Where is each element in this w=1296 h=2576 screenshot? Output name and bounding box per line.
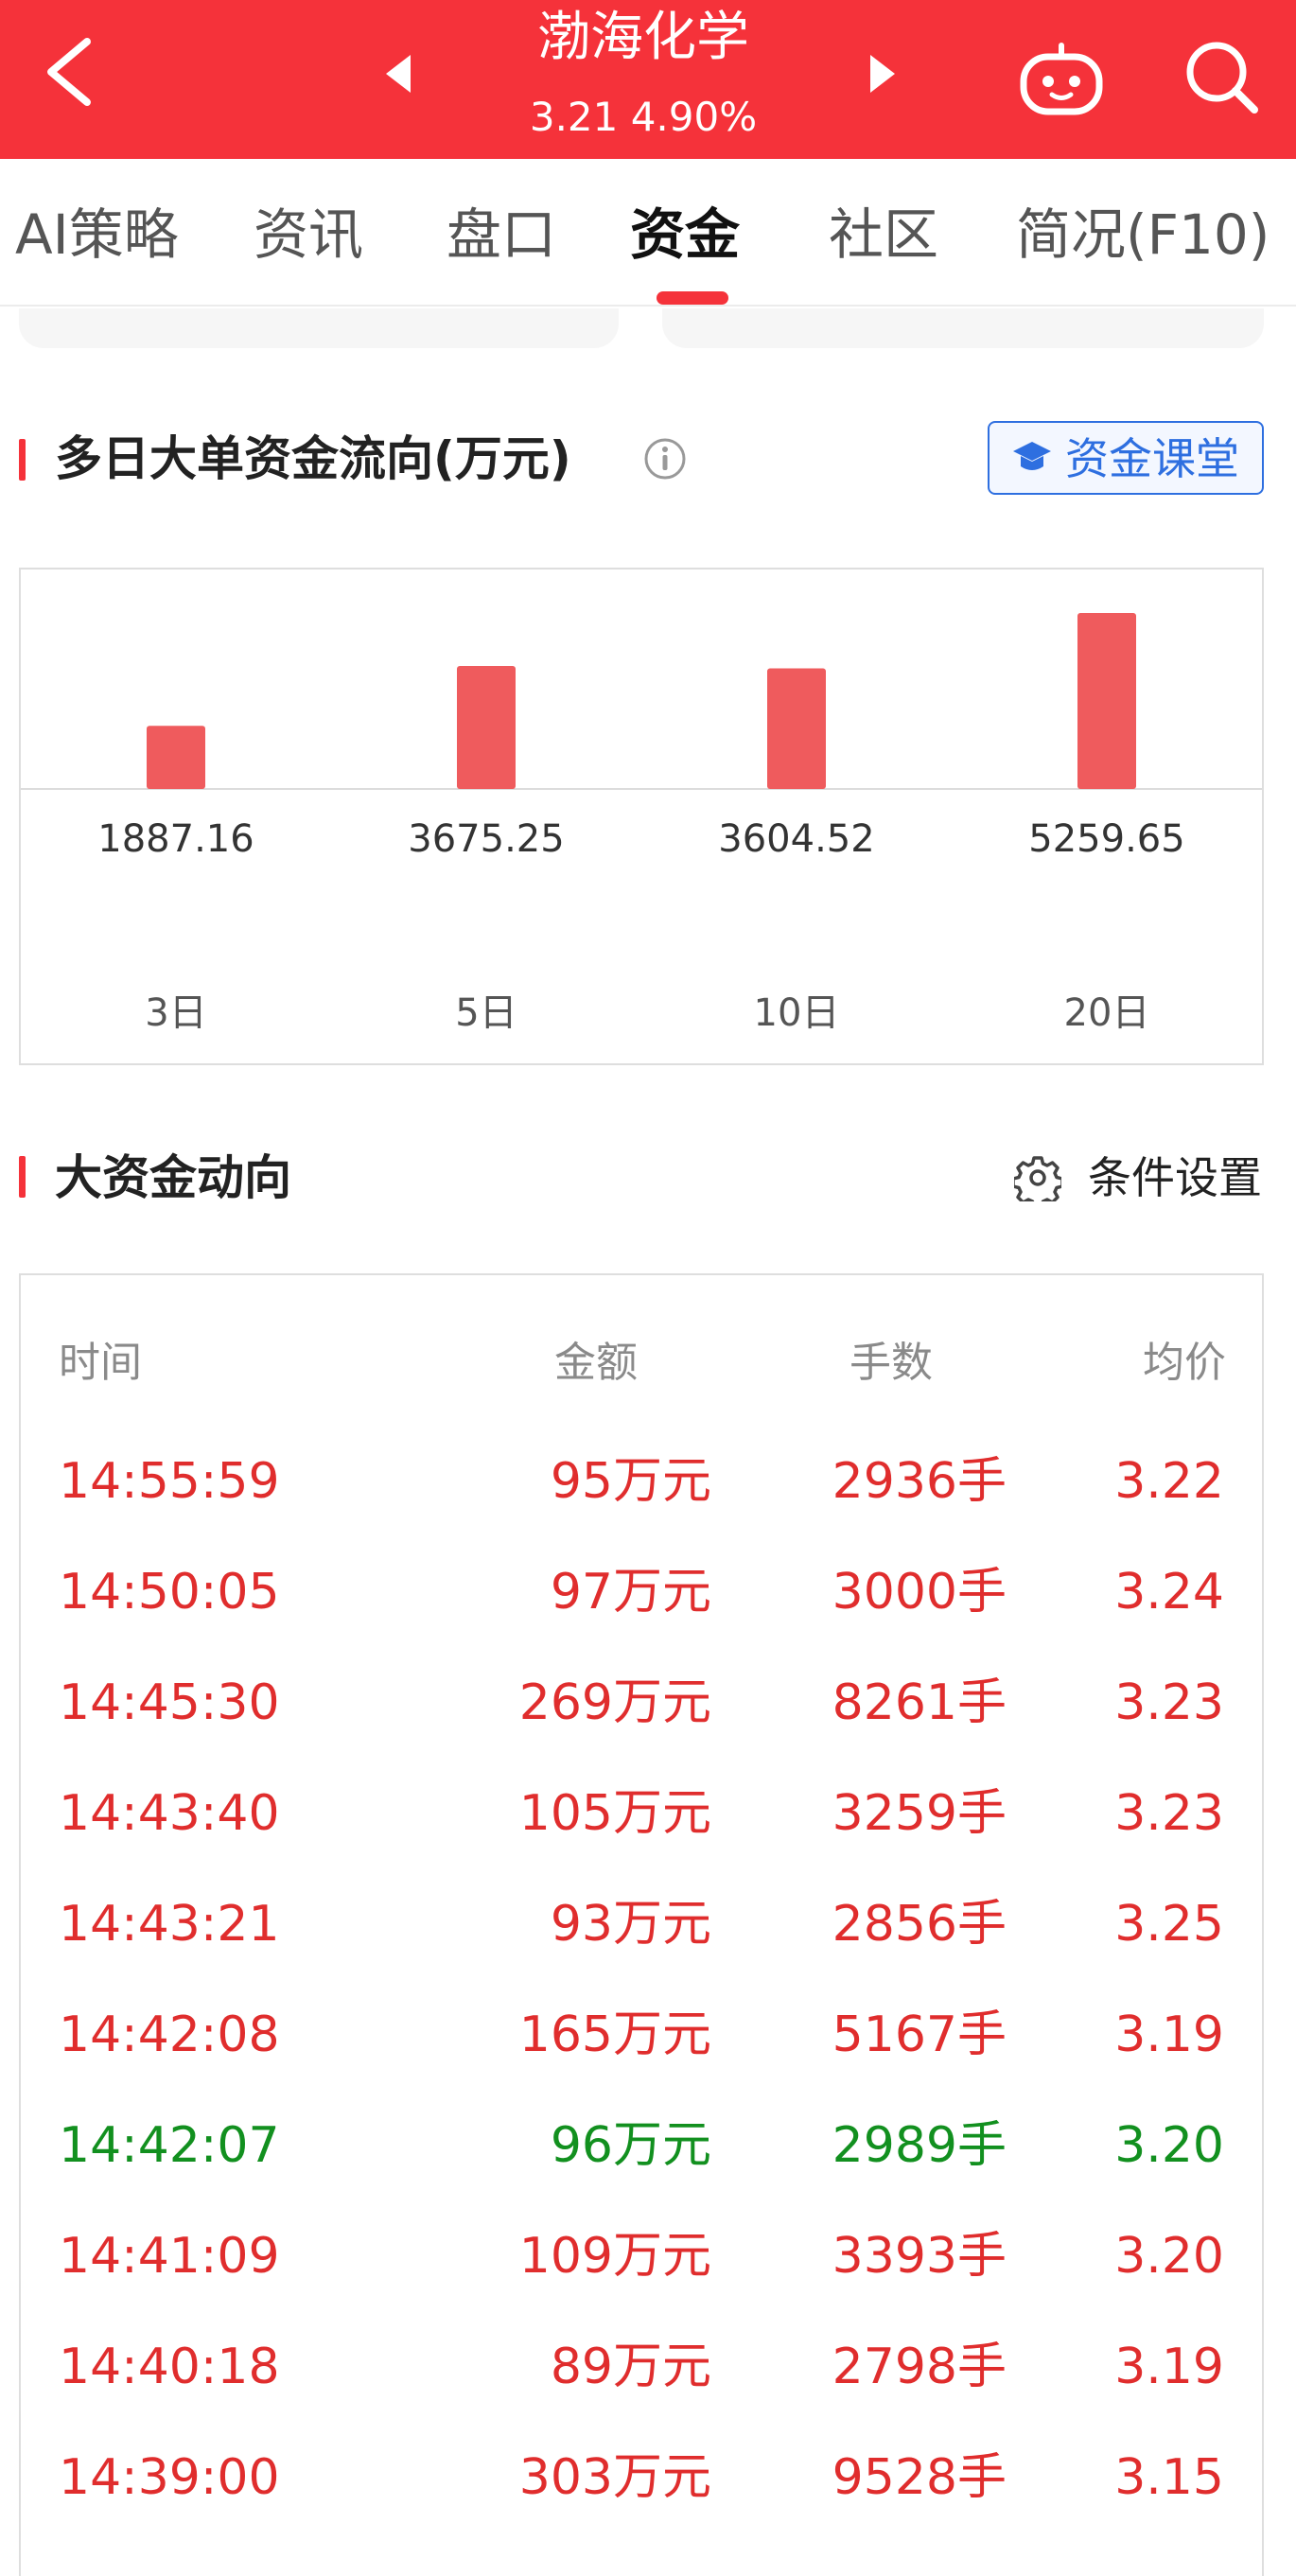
chart-value-label: 3675.25 [408, 817, 564, 861]
table-row[interactable]: 14:42:08 165万元 5167手 3.19 [19, 1982, 1264, 2093]
row-amount: 303万元 [518, 2449, 711, 2506]
table-row[interactable]: 14:41:09 109万元 3393手 3.20 [19, 2203, 1264, 2314]
prev-stock-icon[interactable] [382, 53, 414, 95]
chart-value-label: 1887.16 [97, 817, 254, 861]
section-accent-bar [19, 439, 26, 481]
row-volume: 2856手 [832, 1896, 1007, 1953]
flow-section-title: 多日大单资金流向(万元) [55, 431, 571, 486]
row-volume: 8261手 [832, 1674, 1007, 1731]
row-amount: 269万元 [518, 1674, 711, 1731]
column-header-amount: 金额 [554, 1339, 638, 1387]
back-arrow-icon[interactable] [38, 34, 104, 110]
row-time: 14:40:18 [59, 2339, 280, 2395]
row-volume: 5167手 [832, 2006, 1007, 2063]
row-amount: 89万元 [550, 2339, 711, 2395]
chart-value-label: 3604.52 [718, 817, 874, 861]
row-time: 14:45:30 [59, 1674, 280, 1731]
row-time: 14:55:59 [59, 1453, 280, 1510]
row-time: 14:50:05 [59, 1564, 280, 1621]
row-volume: 2798手 [832, 2339, 1007, 2395]
row-volume: 2989手 [832, 2117, 1007, 2174]
row-price: 3.19 [1114, 2006, 1224, 2063]
row-price: 3.23 [1114, 1785, 1224, 1842]
capital-course-label: 资金课堂 [1065, 433, 1239, 484]
table-row[interactable]: 14:45:30 269万元 8261手 3.23 [19, 1650, 1264, 1761]
column-header-time: 时间 [59, 1339, 142, 1387]
condition-settings-button[interactable]: 条件设置 [1088, 1145, 1262, 1211]
row-amount: 165万元 [518, 2006, 711, 2063]
column-header-volume: 手数 [849, 1339, 933, 1387]
chart-bar [147, 726, 205, 789]
row-volume: 3000手 [832, 1564, 1007, 1621]
row-amount: 109万元 [518, 2228, 711, 2285]
row-price: 3.23 [1114, 1674, 1224, 1731]
flow-bar-chart: 1887.16 3日 3675.25 5日 3604.52 10日 5259.65 20日 [21, 613, 1262, 1035]
chart-category-label: 5日 [455, 991, 517, 1035]
gear-icon[interactable] [1014, 1154, 1061, 1201]
table-row[interactable]: 14:40:18 89万元 2798手 3.19 [19, 2314, 1264, 2425]
next-stock-icon[interactable] [867, 53, 899, 95]
table-row[interactable]: 14:39:00 303万元 9528手 3.15 [19, 2425, 1264, 2535]
row-amount: 95万元 [550, 1453, 711, 1510]
row-price: 3.25 [1114, 1896, 1224, 1953]
chart-category-label: 3日 [145, 991, 206, 1035]
row-time: 14:43:40 [59, 1785, 280, 1842]
stock-price-change: 3.21 4.90% [529, 94, 758, 140]
table-row[interactable]: 14:43:21 93万元 2856手 3.25 [19, 1871, 1264, 1982]
graduation-cap-icon [1013, 442, 1051, 470]
tab-news[interactable]: 资讯 [254, 197, 363, 272]
active-tab-indicator [657, 291, 728, 305]
tab-capital-flow[interactable]: 资金 [630, 197, 740, 272]
stock-header: 渤海化学 3.21 4.90% [0, 0, 1296, 159]
row-price: 3.15 [1114, 2449, 1224, 2506]
big-money-section-title: 大资金动向 [55, 1150, 291, 1205]
row-amount: 93万元 [550, 1896, 711, 1953]
capital-course-button[interactable]: 资金课堂 [988, 421, 1264, 495]
table-row[interactable]: 14:50:05 97万元 3000手 3.24 [19, 1539, 1264, 1650]
tab-ai-strategy[interactable]: AI策略 [15, 197, 179, 272]
column-header-price: 均价 [1143, 1339, 1226, 1387]
row-time: 14:42:08 [59, 2006, 280, 2063]
row-time: 14:43:21 [59, 1896, 280, 1953]
chart-value-label: 5259.65 [1028, 817, 1184, 861]
tab-profile-f10[interactable]: 简况(F10) [1016, 197, 1270, 272]
table-row[interactable]: 14:43:40 105万元 3259手 3.23 [19, 1761, 1264, 1871]
tab-bar: AI策略 资讯 盘口 资金 社区 简况(F10) [0, 159, 1296, 307]
row-price: 3.20 [1114, 2117, 1224, 2174]
row-amount: 96万元 [550, 2117, 711, 2174]
row-price: 3.19 [1114, 2339, 1224, 2395]
row-time: 14:41:09 [59, 2228, 280, 2285]
tab-order-book[interactable]: 盘口 [447, 197, 556, 272]
row-price: 3.20 [1114, 2228, 1224, 2285]
chart-category-label: 20日 [1064, 991, 1150, 1035]
chart-bar [457, 666, 516, 789]
chart-bar [767, 668, 826, 789]
chart-category-label: 10日 [754, 991, 840, 1035]
row-time: 14:39:00 [59, 2449, 280, 2506]
table-row[interactable]: 14:42:07 96万元 2989手 3.20 [19, 2093, 1264, 2203]
row-time: 14:42:07 [59, 2117, 280, 2174]
chart-bar [1077, 613, 1136, 789]
multi-day-flow-chart: 1887.16 3日 3675.25 5日 3604.52 10日 5259.65 20日 [19, 568, 1264, 1065]
section-accent-bar [19, 1156, 26, 1198]
row-price: 3.22 [1114, 1453, 1224, 1510]
card-bottom-left [19, 308, 619, 348]
search-icon[interactable] [1181, 36, 1260, 115]
card-bottom-right [662, 308, 1264, 348]
row-volume: 2936手 [832, 1453, 1007, 1510]
stock-name: 渤海化学 [537, 7, 749, 68]
row-price: 3.24 [1114, 1564, 1224, 1621]
table-row[interactable]: 14:55:59 95万元 2936手 3.22 [19, 1428, 1264, 1539]
row-volume: 3259手 [832, 1785, 1007, 1842]
row-amount: 105万元 [518, 1785, 711, 1842]
row-volume: 9528手 [832, 2449, 1007, 2506]
info-icon[interactable] [643, 437, 687, 481]
row-amount: 97万元 [550, 1564, 711, 1621]
row-volume: 3393手 [832, 2228, 1007, 2285]
robot-assistant-icon[interactable] [1018, 42, 1105, 117]
tab-community[interactable]: 社区 [829, 197, 938, 272]
